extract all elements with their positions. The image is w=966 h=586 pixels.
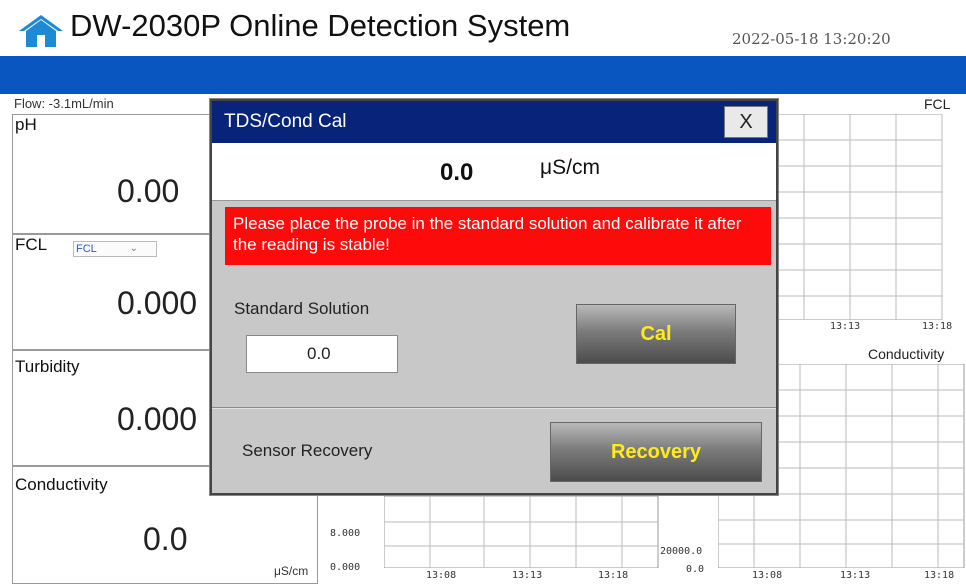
dialog-title: TDS/Cond Cal xyxy=(224,111,347,132)
reading-unit: μS/cm xyxy=(540,156,600,179)
home-icon[interactable] xyxy=(18,14,64,48)
conductivity-left-x-tick: 13:13 xyxy=(512,570,543,581)
flow-label: Flow: -3.1mL/min xyxy=(14,96,114,111)
chevron-down-icon: ⌄ xyxy=(129,243,138,254)
dialog-titlebar[interactable]: TDS/Cond Cal X xyxy=(212,101,776,143)
panel-turbidity-value: 0.000 xyxy=(117,401,198,437)
conductivity-y-tick: 20000.0 xyxy=(660,546,703,557)
conductivity-x-tick: 13:18 xyxy=(924,570,955,581)
fcl-x-tick: 13:13 xyxy=(830,321,861,332)
recovery-button[interactable]: Recovery xyxy=(550,422,762,482)
app-title: DW-2030P Online Detection System xyxy=(70,8,571,43)
panel-conductivity-value: 0.0 xyxy=(143,521,188,557)
fcl-chart xyxy=(776,114,943,320)
conductivity-left-y-tick: 0.000 xyxy=(330,562,361,573)
conductivity-x-tick: 13:13 xyxy=(840,570,871,581)
panel-ph-value: 0.00 xyxy=(117,173,180,209)
panel-ph-name: pH xyxy=(15,115,37,134)
datetime-display: 2022-05-18 13:20:20 xyxy=(732,30,891,48)
fcl-x-tick: 13:18 xyxy=(922,321,953,332)
conductivity-left-x-tick: 13:18 xyxy=(598,570,629,581)
conductivity-left-y-tick: 8.000 xyxy=(330,528,361,539)
conductivity-left-x-tick: 13:08 xyxy=(426,570,457,581)
reading-value: 0.0 xyxy=(440,159,474,186)
cal-button[interactable]: Cal xyxy=(576,304,736,364)
app-header: DW-2030P Online Detection System 2022-05… xyxy=(0,0,966,56)
panel-fcl-value: 0.000 xyxy=(117,285,198,321)
fcl-select-value: FCL xyxy=(76,243,97,255)
conductivity-y-tick: 0.0 xyxy=(686,564,705,575)
conductivity-unit: μS/cm xyxy=(274,564,309,578)
close-button[interactable]: X xyxy=(724,106,768,138)
conductivity-mini-chart xyxy=(384,496,659,568)
panel-fcl-name: FCL xyxy=(15,235,48,254)
header-blue-bar xyxy=(0,56,966,94)
conductivity-chart-title: Conductivity xyxy=(868,346,945,362)
fcl-chart-title: FCL xyxy=(924,96,951,112)
fcl-select[interactable]: FCL ⌄ xyxy=(73,241,157,257)
calibration-dialog: TDS/Cond Cal X 0.0 μS/cm Please place th… xyxy=(210,99,778,495)
panel-turbidity-name: Turbidity xyxy=(15,357,80,376)
conductivity-x-tick: 13:08 xyxy=(752,570,783,581)
dialog-divider xyxy=(212,407,776,409)
sensor-recovery-label: Sensor Recovery xyxy=(242,441,373,460)
standard-solution-label: Standard Solution xyxy=(234,299,370,318)
panel-conductivity-name: Conductivity xyxy=(15,475,108,494)
reading-display: 0.0 μS/cm xyxy=(212,143,776,201)
standard-solution-input[interactable] xyxy=(246,335,398,373)
warning-message: Please place the probe in the standard s… xyxy=(225,207,771,265)
